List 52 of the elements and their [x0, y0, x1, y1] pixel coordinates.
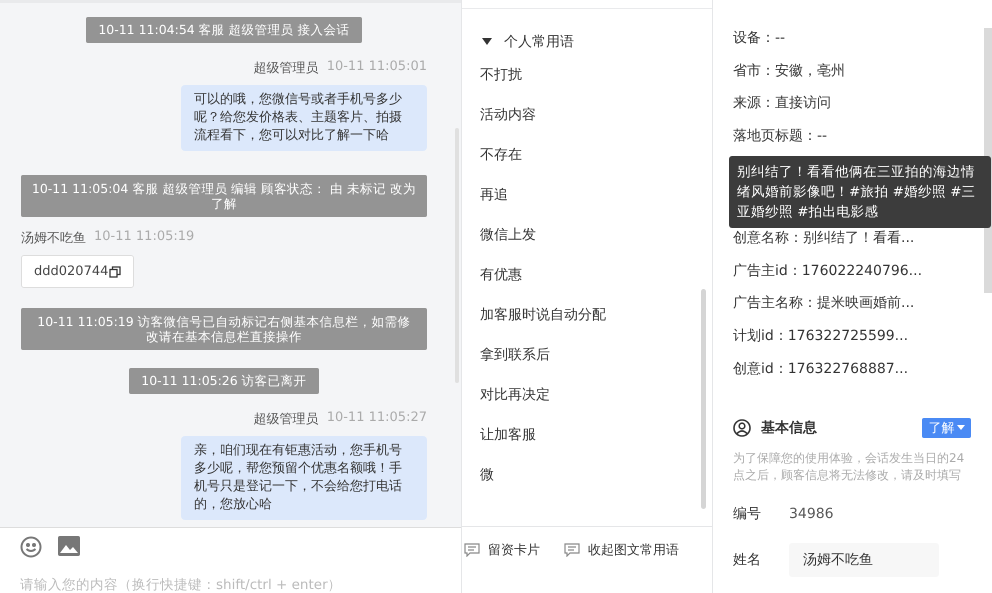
message-bubble: 可以的哦，您微信号或者手机号多少呢？给您发价格表、主题客片、拍摄流程看下，您可以对比了解一下哈 [181, 85, 427, 151]
tooltip: 别纠结了！看看他俩在三亚拍的海边情绪风婚前影像吧！#旅拍 #婚纱照 #三亚婚纱照 #拍出电影感 [729, 156, 991, 228]
name-input-field[interactable]: 汤姆不吃鱼 [789, 542, 939, 577]
field-label: 编号 [733, 505, 762, 524]
sender-name: 超级管理员 [254, 411, 319, 428]
info-field: 创意id：176322768887... [733, 358, 972, 392]
field-label: 姓名 [733, 550, 762, 569]
smiley-icon[interactable] [20, 536, 42, 558]
message-bubble: 亲，咱们现在有钜惠活动，您手机号多少呢，帮您预留个优惠名额哦！手机号只是登记一下，不会给您打电话的，您放心哈 [181, 436, 427, 520]
info-field: 来源：直接访问 [733, 93, 972, 126]
info-field: 设备：-- [733, 28, 972, 61]
info-field: 创意名称：别纠结了！看看... [733, 228, 972, 261]
scrollbar[interactable] [701, 289, 706, 509]
message-text: ddd020744 [34, 264, 108, 279]
sender-name: 超级管理员 [254, 60, 319, 77]
user-circle-icon [733, 418, 751, 437]
phrase-item[interactable]: 再追 [480, 185, 712, 225]
phrase-item[interactable]: 不打扰 [480, 65, 712, 105]
field-value: 34986 [789, 506, 834, 522]
phrase-item[interactable]: 对比再决定 [480, 385, 712, 425]
message-time: 10-11 11:05:27 [326, 410, 427, 427]
phrase-group-toggle[interactable]: 个人常用语 [480, 33, 574, 51]
system-notice: 10-11 11:05:04 客服 超级管理员 编辑 顾客状态： 由 未标记 改为了解 [21, 175, 427, 217]
phrase-item[interactable]: 有优惠 [480, 265, 712, 305]
chat-bubble-icon [464, 543, 480, 557]
message-time: 10-11 11:05:19 [94, 229, 194, 246]
chat-bubble-icon [564, 543, 580, 557]
info-field: 广告主名称：提米映画婚前... [733, 293, 972, 326]
phrase-item[interactable]: 不存在 [480, 145, 712, 185]
system-notice: 10-11 11:05:19 访客微信号已自动标记右侧基本信息栏，如需修改请在基本信息栏直接操作 [21, 308, 427, 350]
phrase-item[interactable]: 微信上发 [480, 225, 712, 265]
system-notice: 10-11 11:04:54 客服 超级管理员 接入会话 [86, 17, 362, 43]
info-field: 省市：安徽，亳州 [733, 60, 972, 94]
system-notice: 10-11 11:05:26 访客已离开 [129, 368, 319, 394]
sender-name: 汤姆不吃鱼 [21, 230, 86, 247]
info-field: 落地页标题：-- [733, 126, 972, 159]
phrase-item[interactable]: 微 [480, 465, 712, 505]
message-time: 10-11 11:05:01 [326, 59, 427, 76]
notice-text: 为了保障您的使用体验，会话发生当日的24点之后，顾客信息将无法修改，请及时填写 [733, 450, 966, 484]
phrase-item[interactable]: 活动内容 [480, 105, 712, 145]
caret-icon [482, 38, 492, 46]
phrase-item[interactable]: 让加客服 [480, 425, 712, 465]
section-title: 基本信息 [761, 418, 818, 437]
caret-icon [957, 425, 966, 430]
image-icon[interactable] [58, 536, 80, 556]
phrase-item[interactable]: 加客服时说自动分配 [480, 305, 712, 345]
action-link[interactable]: 留资卡片 [464, 539, 540, 561]
info-field: 计划id：176322725599... [733, 326, 972, 359]
action-link[interactable]: 收起图文常用语 [564, 539, 679, 561]
info-field: 广告主id：176022240796... [733, 260, 972, 294]
copy-icon[interactable] [109, 266, 122, 278]
phrase-item[interactable]: 拿到联系后 [480, 345, 712, 385]
